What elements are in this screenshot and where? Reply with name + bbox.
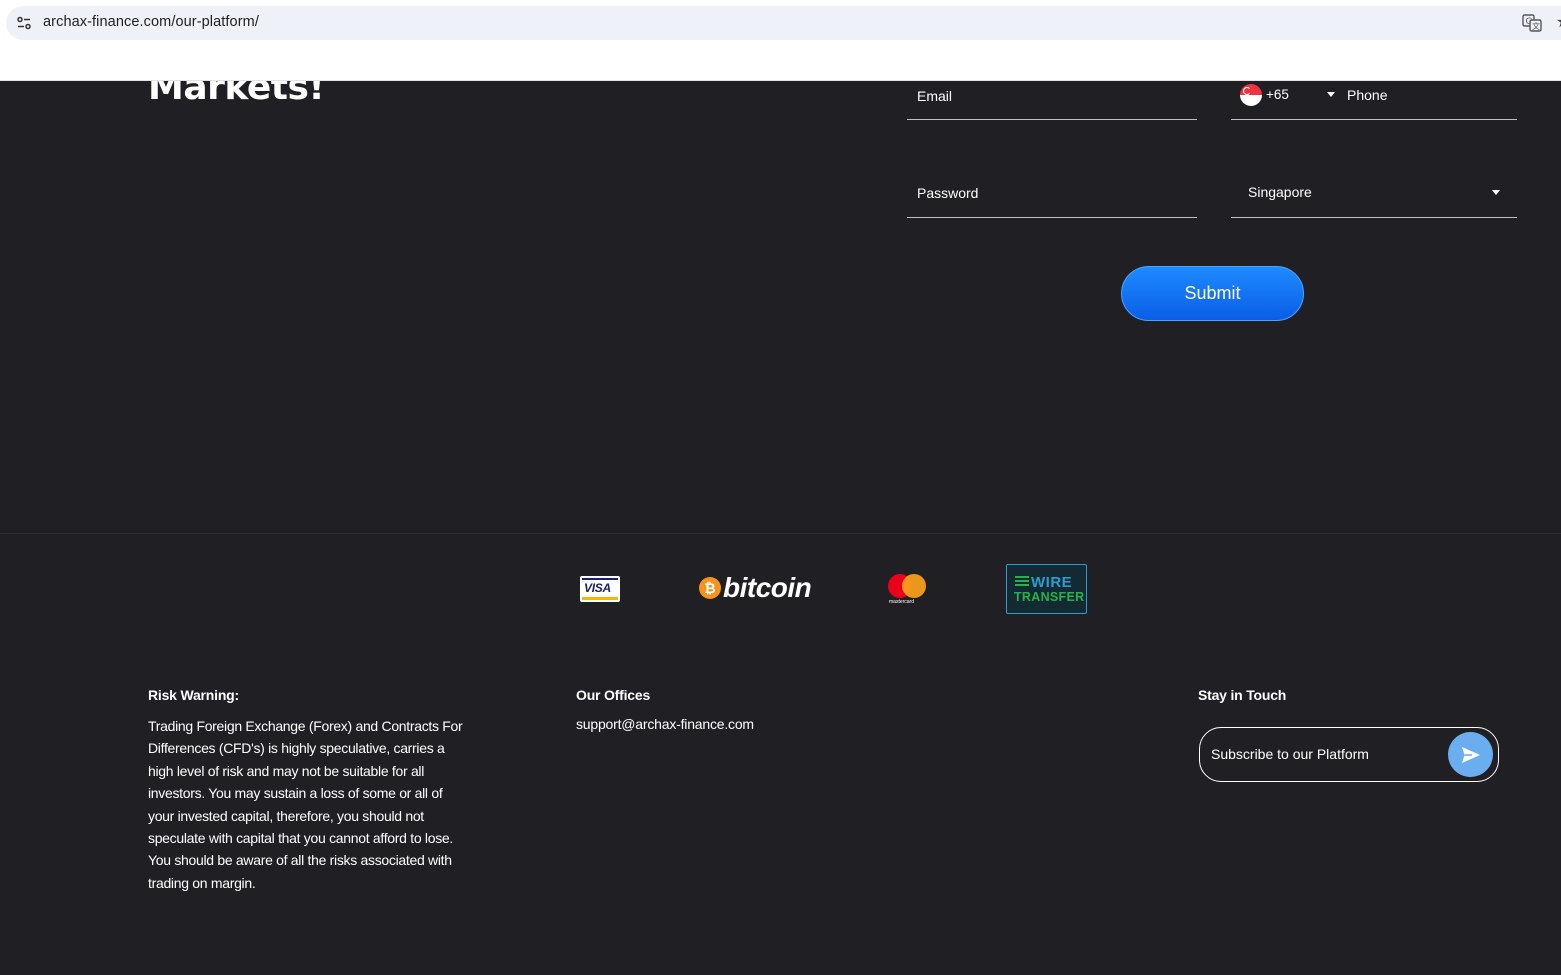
translate-icon[interactable]: G 文 [1522,13,1542,33]
our-offices-title: Our Offices [576,687,651,703]
visa-logo-text: VISA [584,581,611,595]
bitcoin-logo-text: bitcoin [723,572,812,603]
phone-placeholder: Phone [1347,87,1388,103]
country-select[interactable]: Singapore [1231,179,1517,218]
password-field[interactable]: Password [907,179,1197,218]
support-email-link[interactable]: support@archax-finance.com [576,716,754,732]
send-icon [1461,746,1480,763]
phone-field[interactable]: +65 Phone [1231,81,1517,120]
subscribe-input[interactable] [1211,746,1441,762]
subscribe-send-button[interactable] [1448,732,1493,777]
browser-chrome: archax-finance.com/our-platform/ G 文 ★ [0,0,1561,81]
page-content: Markets! Email +65 Phone Password Singap… [0,81,1561,975]
wire-logo-bottom-text: TRANSFER [1014,590,1085,604]
country-selected-value: Singapore [1248,184,1312,200]
bitcoin-coin-icon: ₿ [699,577,721,599]
url-text[interactable]: archax-finance.com/our-platform/ [43,14,259,30]
mastercard-logo: mastercard [888,574,928,606]
chevron-down-icon [1492,190,1500,195]
singapore-flag-icon[interactable] [1240,84,1262,106]
subscribe-form [1199,727,1499,782]
email-field[interactable]: Email [907,81,1197,120]
visa-logo: VISA [580,576,620,602]
bitcoin-logo: ₿ bitcoin [699,572,812,604]
risk-warning-text: Trading Foreign Exchange (Forex) and Con… [148,718,463,891]
email-placeholder: Email [917,88,953,104]
wire-transfer-logo: WIRE TRANSFER [1006,564,1087,614]
dial-code-chevron-down-icon[interactable] [1327,92,1335,97]
bookmark-star-icon[interactable]: ★ [1556,14,1561,32]
risk-warning-title: Risk Warning: [148,687,239,703]
stay-in-touch-title: Stay in Touch [1198,687,1287,703]
hero-title: Markets! [148,81,325,108]
wire-logo-top-text: WIRE [1031,574,1073,591]
svg-text:文: 文 [1532,21,1540,31]
address-bar[interactable]: archax-finance.com/our-platform/ G 文 ★ [6,6,1561,40]
mastercard-logo-text: mastercard [889,599,915,605]
submit-button[interactable]: Submit [1121,266,1304,321]
footer-divider [0,533,1561,534]
site-info-icon[interactable] [16,15,32,31]
password-placeholder: Password [917,185,979,201]
dial-code[interactable]: +65 [1266,87,1289,102]
